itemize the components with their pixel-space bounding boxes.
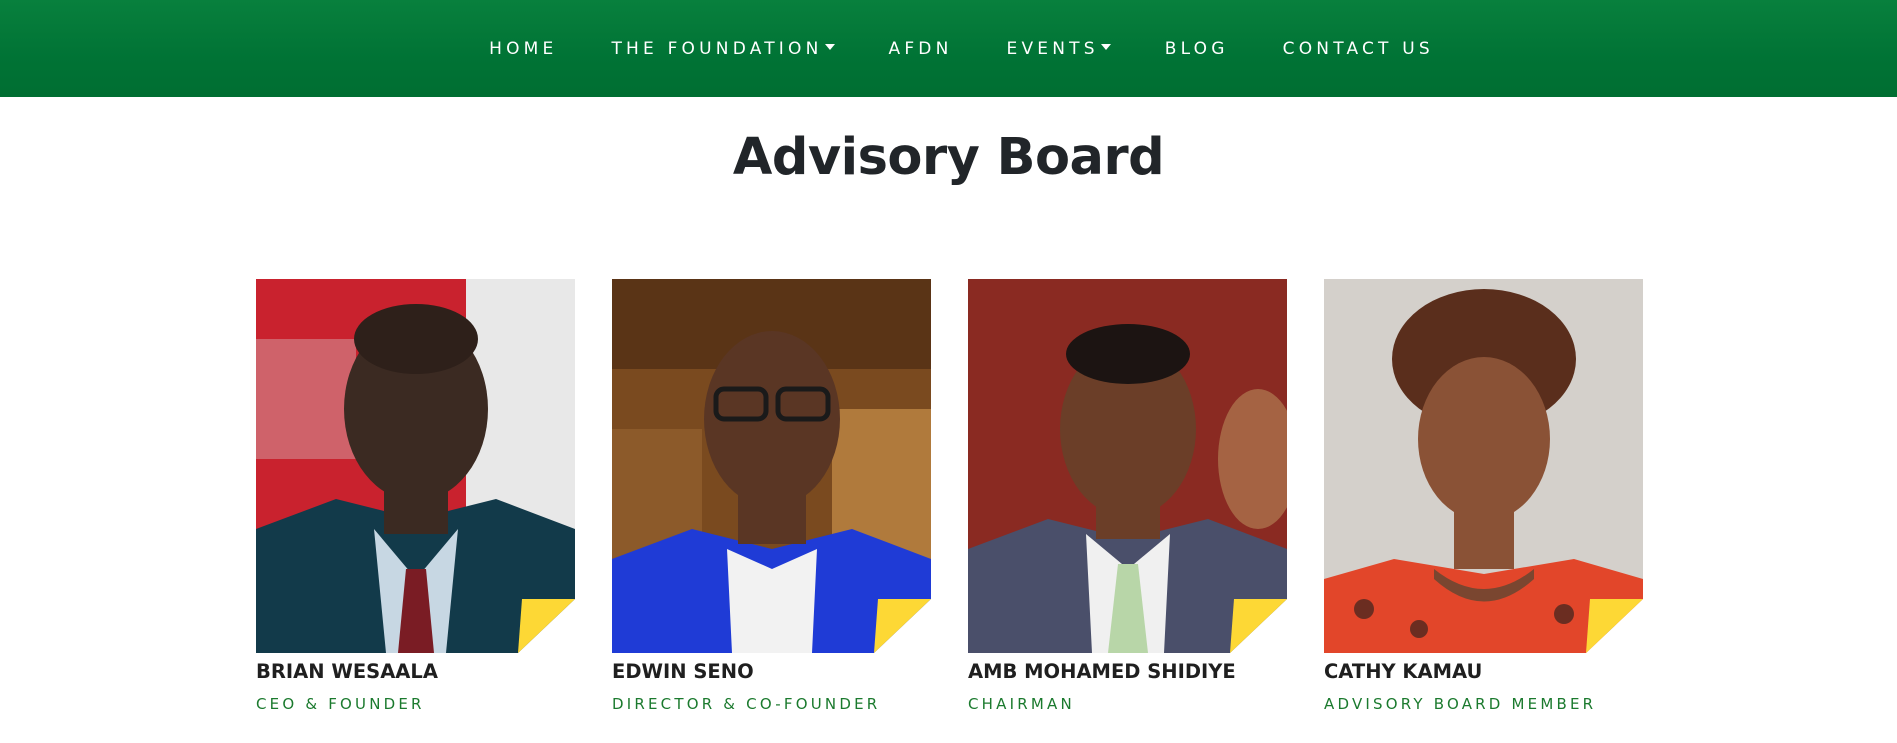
member-role: ADVISORY BOARD MEMBER <box>1324 695 1597 713</box>
member-name: AMB MOHAMED SHIDIYE <box>968 660 1236 683</box>
nav-item-blog[interactable]: BLOG <box>1165 39 1229 59</box>
nav-item-events[interactable]: EVENTS <box>1007 39 1111 59</box>
portrait-image <box>1324 279 1643 653</box>
nav-item-label: AFDN <box>888 38 953 59</box>
member-role: DIRECTOR & CO-FOUNDER <box>612 695 881 713</box>
nav-item-home[interactable]: HOME <box>489 39 557 59</box>
member-name: EDWIN SENO <box>612 660 754 683</box>
nav-item-afdn[interactable]: AFDN <box>889 39 953 59</box>
member-name: BRIAN WESAALA <box>256 660 438 683</box>
portrait-image <box>968 279 1287 653</box>
caret-down-icon <box>824 44 835 50</box>
nav-item-the-foundation[interactable]: THE FOUNDATION <box>611 38 835 59</box>
nav-item-label: BLOG <box>1164 38 1229 59</box>
corner-fold-icon <box>874 599 931 653</box>
member-name: CATHY KAMAU <box>1324 660 1483 683</box>
member-card[interactable]: CATHY KAMAU ADVISORY BOARD MEMBER <box>1324 279 1643 713</box>
member-photo[interactable] <box>968 279 1287 653</box>
portrait-image <box>612 279 931 653</box>
member-card[interactable]: EDWIN SENO DIRECTOR & CO-FOUNDER <box>612 279 931 713</box>
nav-item-contact-us[interactable]: CONTACT US <box>1283 39 1434 59</box>
member-photo[interactable] <box>612 279 931 653</box>
member-photo[interactable] <box>1324 279 1643 653</box>
member-role: CHAIRMAN <box>968 695 1075 713</box>
member-photo[interactable] <box>256 279 575 653</box>
nav-item-label: THE FOUNDATION <box>611 38 823 59</box>
nav-item-label: CONTACT US <box>1282 38 1434 59</box>
corner-fold-icon <box>1230 599 1287 653</box>
page-title: Advisory Board <box>732 128 1165 187</box>
member-card[interactable]: BRIAN WESAALA CEO & FOUNDER <box>256 279 575 713</box>
main-navbar: HOME THE FOUNDATION AFDN EVENTS BLOG CON… <box>0 0 1897 97</box>
nav-item-label: EVENTS <box>1006 38 1099 59</box>
member-card[interactable]: AMB MOHAMED SHIDIYE CHAIRMAN <box>968 279 1287 713</box>
nav-list: HOME THE FOUNDATION AFDN EVENTS BLOG CON… <box>462 39 1461 59</box>
nav-item-label: HOME <box>489 38 558 59</box>
member-role: CEO & FOUNDER <box>256 695 425 713</box>
corner-fold-icon <box>518 599 575 653</box>
portrait-image <box>256 279 575 653</box>
caret-down-icon <box>1100 44 1111 50</box>
corner-fold-icon <box>1586 599 1643 653</box>
